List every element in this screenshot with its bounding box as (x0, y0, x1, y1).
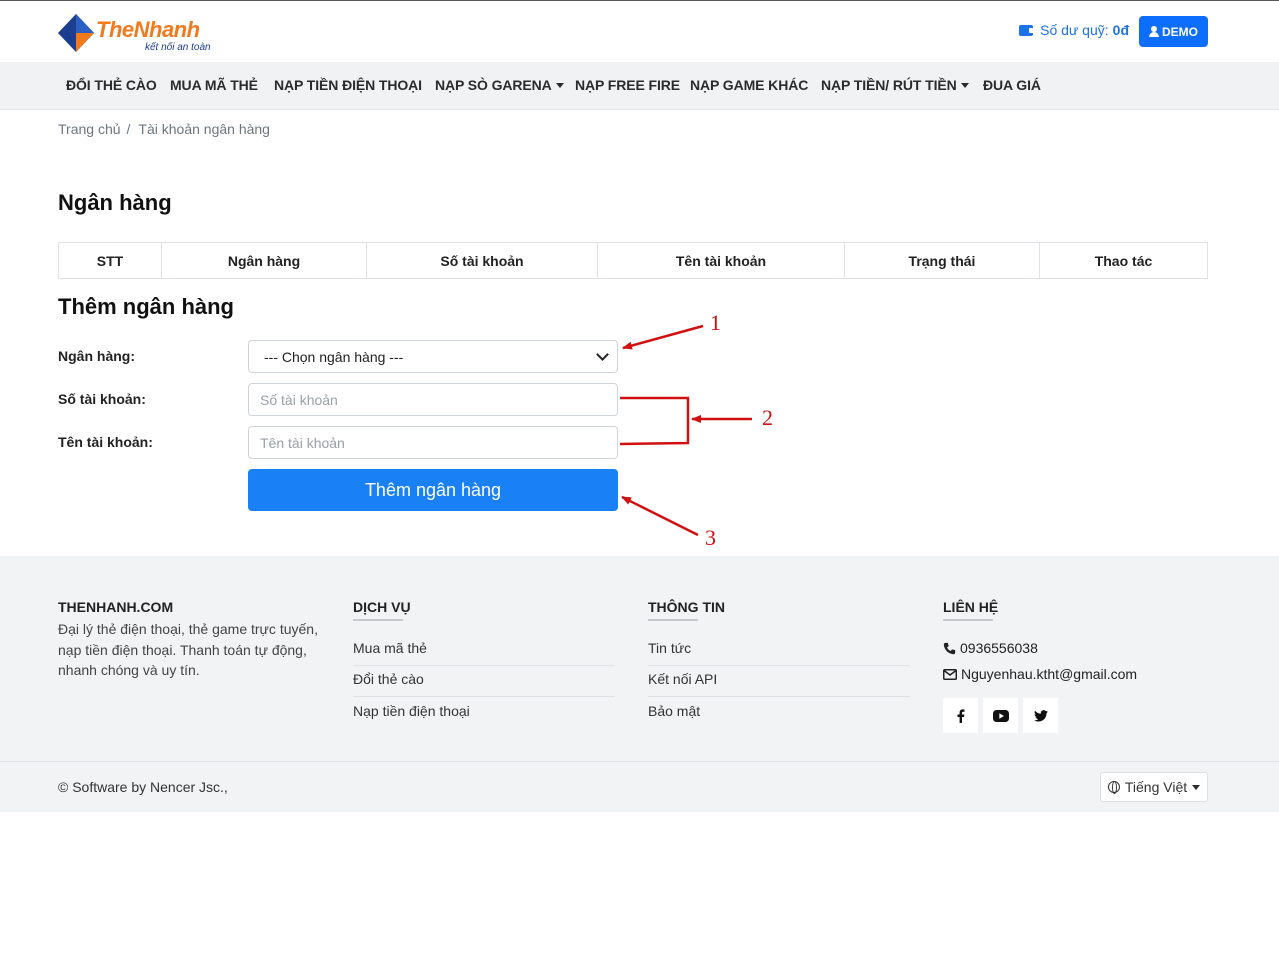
footer-services: DỊCH VỤ (353, 599, 411, 621)
globe-icon (1107, 781, 1120, 794)
footer-link-doi-the-cao[interactable]: Đổi thẻ cào (353, 671, 615, 697)
footer-heading-underline (943, 619, 993, 621)
annotation-number-2: 2 (762, 405, 773, 430)
annotation-number-1: 1 (710, 310, 721, 335)
footer-link-bao-mat[interactable]: Bảo mật (648, 703, 910, 728)
youtube-icon[interactable] (983, 698, 1018, 733)
caret-down-icon (1192, 784, 1201, 790)
footer-about-title: THENHANH.COM (58, 599, 174, 615)
footer-heading-underline (353, 619, 403, 621)
footer-info: THÔNG TIN (648, 599, 725, 621)
footer-about: THENHANH.COM (58, 599, 173, 615)
copyright-text: © Software by Nencer Jsc., (58, 779, 228, 795)
footer-link-nap-tien-dien-thoai[interactable]: Nạp tiền điện thoại (353, 703, 615, 728)
language-selector[interactable]: Tiếng Việt (1100, 772, 1208, 802)
annotation-bracket-2 (619, 396, 690, 446)
footer-services-title: DỊCH VỤ (353, 599, 411, 615)
annotation-arrow-1 (622, 324, 704, 350)
contact-phone[interactable]: 0936556038 (943, 640, 1038, 656)
phone-icon (943, 642, 956, 654)
footer-contact-title: LIÊN HỆ (943, 599, 999, 615)
footer-bottom-bar: © Software by Nencer Jsc., Tiếng Việt (0, 762, 1279, 812)
contact-phone-value: 0936556038 (960, 640, 1038, 656)
language-label: Tiếng Việt (1124, 779, 1188, 795)
footer-link-mua-ma-the[interactable]: Mua mã thẻ (353, 640, 615, 666)
annotation-number-3: 3 (705, 525, 716, 550)
envelope-icon (943, 668, 957, 680)
footer-link-ket-noi-api[interactable]: Kết nối API (648, 671, 910, 697)
footer-about-description: Đại lý thẻ điện thoại, thẻ game trực tuy… (58, 621, 318, 678)
twitter-icon[interactable] (1023, 698, 1058, 733)
footer-link-tin-tuc[interactable]: Tin tức (648, 640, 910, 666)
site-footer: THENHANH.COM Đại lý thẻ điện thoại, thẻ … (0, 556, 1279, 762)
annotation-arrow-3 (621, 495, 699, 537)
facebook-icon[interactable] (943, 698, 978, 733)
footer-heading-underline (648, 619, 698, 621)
contact-email[interactable]: Nguyenhau.ktht@gmail.com (943, 666, 1137, 682)
footer-contact: LIÊN HỆ (943, 599, 998, 621)
contact-email-value: Nguyenhau.ktht@gmail.com (961, 666, 1138, 682)
footer-info-title: THÔNG TIN (648, 599, 725, 615)
